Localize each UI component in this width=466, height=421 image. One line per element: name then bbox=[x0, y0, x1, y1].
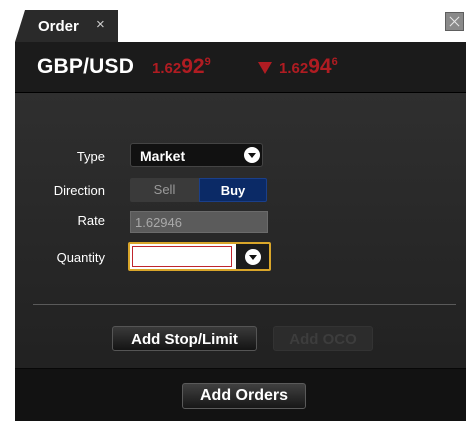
chevron-down-icon bbox=[245, 249, 261, 265]
bid-pip: 9 bbox=[204, 56, 211, 68]
tab-strip: Order × bbox=[0, 0, 466, 42]
add-oco-button[interactable]: Add OCO bbox=[273, 326, 373, 351]
rate-label: Rate bbox=[77, 213, 105, 228]
ask-pip: 6 bbox=[331, 56, 338, 68]
direction-label: Direction bbox=[53, 183, 105, 198]
divider bbox=[33, 304, 456, 305]
add-orders-button[interactable]: Add Orders bbox=[182, 383, 306, 409]
ask-big-figure: 94 bbox=[308, 55, 332, 78]
tab-close-icon[interactable]: × bbox=[96, 17, 105, 32]
buy-button[interactable]: Buy bbox=[199, 178, 267, 202]
order-form-panel: Type Market Direction Sell Buy Rate 1.62… bbox=[15, 93, 466, 421]
down-arrow-icon bbox=[258, 62, 272, 74]
currency-pair: GBP/USD bbox=[37, 55, 135, 78]
ask-prefix: 1.62 bbox=[279, 60, 309, 77]
sell-button[interactable]: Sell bbox=[130, 178, 199, 202]
bid-big-figure: 92 bbox=[181, 55, 205, 78]
window-close-icon[interactable] bbox=[445, 12, 464, 31]
type-label: Type bbox=[76, 149, 105, 164]
add-stop-limit-button[interactable]: Add Stop/Limit bbox=[112, 326, 257, 351]
order-window: Order × GBP/USD 1.62929 1.62946 Type Mar… bbox=[0, 0, 466, 421]
quantity-dropdown-button[interactable] bbox=[236, 244, 269, 269]
rate-input[interactable]: 1.62946 bbox=[130, 211, 268, 233]
quantity-input[interactable] bbox=[132, 246, 232, 267]
bid-price[interactable]: 1.62929 bbox=[152, 55, 211, 79]
footer-bar: Add Orders bbox=[15, 368, 466, 421]
order-type-value: Market bbox=[140, 148, 186, 164]
quantity-label: Quantity bbox=[56, 250, 105, 265]
chevron-down-icon bbox=[244, 147, 260, 163]
tab-order[interactable]: Order × bbox=[15, 10, 118, 42]
ask-price[interactable]: 1.62946 bbox=[279, 55, 338, 79]
bid-prefix: 1.62 bbox=[152, 60, 182, 77]
order-type-select[interactable]: Market bbox=[130, 143, 263, 167]
quote-header: GBP/USD 1.62929 1.62946 bbox=[15, 42, 466, 93]
quantity-field[interactable] bbox=[128, 242, 271, 271]
tab-label: Order bbox=[38, 18, 79, 35]
